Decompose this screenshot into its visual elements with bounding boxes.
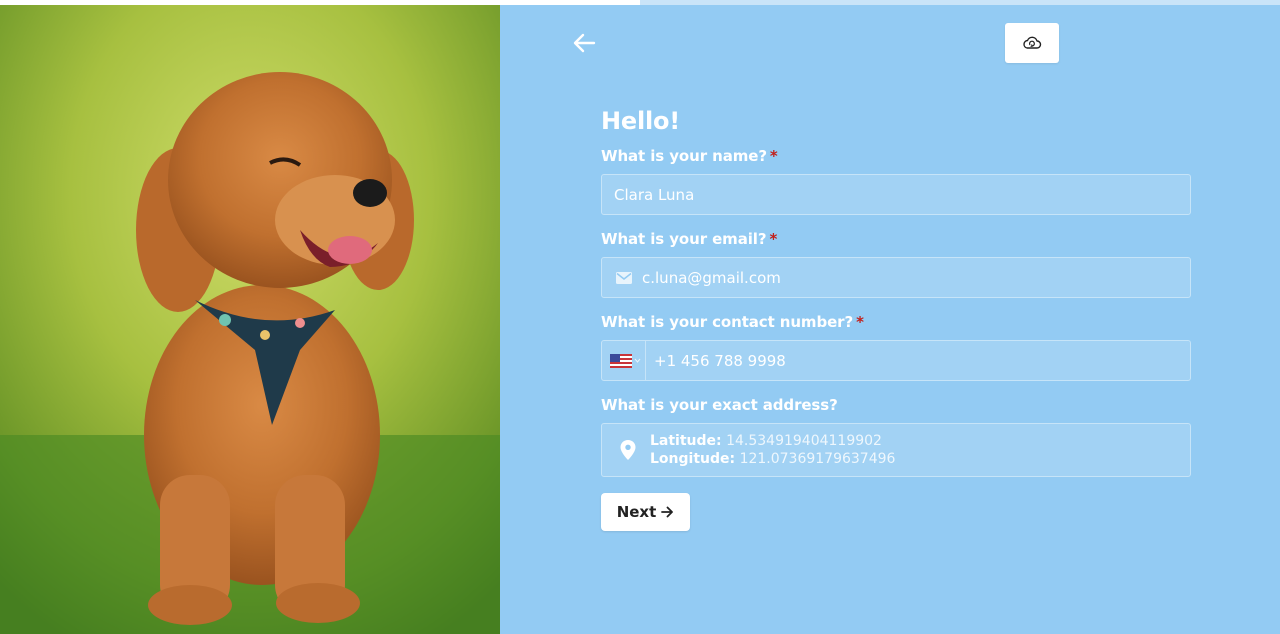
longitude-value: 121.07369179637496: [739, 451, 896, 467]
email-label-text: What is your email?: [601, 230, 767, 248]
mail-icon: [616, 271, 632, 284]
page-title: Hello!: [601, 107, 681, 135]
name-label: What is your name? *: [601, 147, 1191, 165]
contact-form: Hello! What is your name? * Clara Luna Wh…: [601, 107, 1191, 531]
next-button-label: Next: [616, 503, 657, 521]
dog-photo: [0, 5, 500, 634]
phone-input-value: +1 456 788 9998: [654, 351, 786, 370]
email-label: What is your email? *: [601, 230, 1191, 248]
phone-label: What is your contact number? *: [601, 313, 1191, 331]
address-label: What is your exact address?: [601, 396, 838, 414]
name-label-text: What is your name?: [601, 147, 767, 165]
latitude-row: Latitude: 14.534919404119902: [650, 432, 895, 450]
cloud-sync-icon: [1023, 36, 1042, 49]
back-button[interactable]: [572, 32, 598, 54]
arrow-left-icon: [573, 33, 596, 53]
location-pin-icon: [620, 440, 636, 460]
progress-bar-fill: [0, 0, 640, 5]
name-input-value: Clara Luna: [614, 185, 695, 204]
chevron-down-icon: [634, 358, 641, 363]
latitude-value: 14.534919404119902: [726, 433, 882, 449]
required-marker: *: [769, 147, 778, 165]
longitude-row: Longitude: 121.07369179637496: [650, 450, 895, 468]
email-input[interactable]: c.luna@gmail.com: [601, 257, 1191, 298]
form-panel: Hello! What is your name? * Clara Luna Wh…: [500, 5, 1280, 634]
email-input-value: c.luna@gmail.com: [642, 268, 781, 287]
phone-label-text: What is your contact number?: [601, 313, 854, 331]
poodle-illustration: [0, 5, 500, 634]
required-marker: *: [856, 313, 864, 331]
progress-bar: [0, 0, 1280, 5]
country-select[interactable]: [602, 341, 646, 380]
longitude-label: Longitude:: [650, 451, 736, 467]
address-input[interactable]: Latitude: 14.534919404119902 Longitude: …: [601, 423, 1191, 477]
phone-input[interactable]: +1 456 788 9998: [601, 340, 1191, 381]
arrow-right-icon: [661, 506, 674, 518]
cloud-sync-button[interactable]: [1005, 23, 1059, 63]
coordinates: Latitude: 14.534919404119902 Longitude: …: [650, 432, 895, 468]
name-input[interactable]: Clara Luna: [601, 174, 1191, 215]
us-flag-icon: [610, 353, 632, 368]
latitude-label: Latitude:: [650, 433, 722, 449]
next-button[interactable]: Next: [601, 493, 690, 531]
required-marker: *: [769, 230, 778, 248]
